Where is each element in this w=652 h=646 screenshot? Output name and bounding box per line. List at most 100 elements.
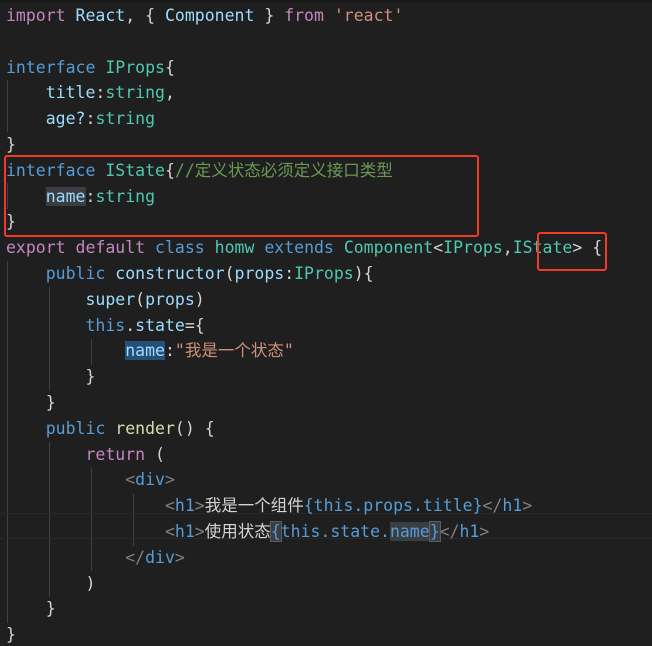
token-public: public [45,418,106,438]
token-export: export [6,238,66,258]
code-line[interactable]: name:"我是一个状态" [0,338,652,364]
code-line[interactable]: <div> [0,467,652,493]
token-iprops: IProps [294,263,354,283]
token-public: public [45,263,106,283]
token-interface: interface [6,57,96,77]
token-brace-open: { [592,238,603,258]
token-name-key-highlighted: name [45,186,86,206]
token-paren-open: ( [174,418,185,438]
code-line[interactable]: this.state={ [0,313,652,339]
token-colon: : [164,341,175,361]
token-brace-open: { [164,57,175,77]
token-class: class [155,238,205,258]
token-bracket-match-close: } [428,520,441,542]
token-jsx-text-component: 我是一个组件 [204,496,304,516]
code-line[interactable]: age?:string [0,106,652,132]
token-render: render [115,418,175,438]
token-this: this [85,315,126,335]
editor-top-edge [0,0,652,3]
token-comma: , [164,83,175,103]
token-jsx-lt: < [164,496,175,516]
token-jsx-lt: < [164,521,175,541]
token-jsx-gt: > [174,547,185,567]
token-jsx-div-tag: div [145,547,175,567]
code-line[interactable]: ) [0,571,652,597]
token-this: this [280,521,321,541]
code-line[interactable]: } [0,596,652,622]
token-jsx-lt: < [125,470,136,490]
token-iprops: IProps [443,238,503,258]
token-jsx-lt: < [125,547,136,567]
token-paren-close: ) [194,289,205,309]
token-jsx-gt: > [194,521,205,541]
token-string-type: string [95,109,156,129]
code-line[interactable]: public render() { [0,416,652,442]
token-comment: //定义状态必须定义接口类型 [174,160,393,180]
token-paren-open: ( [135,289,146,309]
token-brace-close: } [6,212,16,232]
token-paren-close: ) [184,418,195,438]
code-line[interactable]: name:string [0,184,652,210]
token-constructor: constructor [115,263,225,283]
token-jsx-h1-tag: h1 [459,521,480,541]
code-line[interactable]: import React, { Component } from 'react' [0,3,652,29]
code-line-current[interactable]: <h1>使用状态{this.state.name}</h1> [0,519,652,545]
token-react: React [75,6,126,25]
token-interface: interface [6,160,96,180]
token-jsx-slash: / [135,547,146,567]
token-generic-close: > [572,238,583,258]
code-line[interactable]: title:string, [0,80,652,106]
token-equals: = [184,315,195,335]
code-editor[interactable]: import React, { Component } from 'react'… [0,0,652,646]
code-line[interactable]: super(props) [0,287,652,313]
token-jsx-gt: > [164,470,175,490]
token-brace-open: { [145,6,156,25]
token-state: state [330,521,380,541]
token-brace-open: { [363,263,374,283]
code-line[interactable]: public constructor(props:IProps){ [0,261,652,287]
token-title-key: title [45,83,96,103]
token-brace-open: { [194,315,205,335]
token-colon: : [85,109,96,129]
token-jsx-h1-tag: h1 [174,496,195,516]
code-line[interactable]: } [0,209,652,235]
token-paren-close: ) [85,573,96,593]
code-line[interactable]: return ( [0,442,652,468]
token-state: state [135,315,185,335]
token-component: Component [343,238,434,258]
token-jsx-slash: / [449,521,460,541]
token-jsx-gt: > [522,496,533,516]
token-props-param: props [234,263,285,283]
token-paren-close: ) [353,263,364,283]
code-line[interactable]: </div> [0,545,652,571]
token-name-key-selected: name [125,341,165,361]
token-component: Component [164,6,255,25]
token-default: default [75,238,146,258]
code-content[interactable]: import React, { Component } from 'react'… [0,3,652,646]
token-jsx-div-tag: div [135,470,165,490]
code-line[interactable]: } [0,364,652,390]
code-line[interactable]: export default class homw extends Compon… [0,235,652,261]
code-line[interactable]: interface IState{//定义状态必须定义接口类型 [0,158,652,184]
token-super: super [85,289,136,309]
token-iprops: IProps [105,57,165,77]
token-brace-open: { [204,418,215,438]
token-brace-close: } [264,6,275,25]
token-bracket-match-open: { [269,520,282,542]
token-istate: IState [512,238,573,258]
token-brace-close: } [45,392,56,412]
token-jsx-lt: < [482,496,493,516]
token-jsx-gt: > [194,496,205,516]
code-line[interactable]: <h1>我是一个组件{this.props.title}</h1> [0,493,652,519]
token-dot: . [380,521,390,541]
code-line[interactable]: } [0,622,652,646]
code-line[interactable]: } [0,390,652,416]
token-brace-close: } [6,625,16,645]
code-line-blank[interactable] [0,29,652,55]
token-generic-open: < [433,238,444,258]
code-line[interactable]: interface IProps{ [0,55,652,81]
code-line[interactable]: } [0,132,652,158]
token-comma: , [125,6,136,25]
token-string-type: string [105,83,165,103]
token-paren-open: ( [224,263,235,283]
